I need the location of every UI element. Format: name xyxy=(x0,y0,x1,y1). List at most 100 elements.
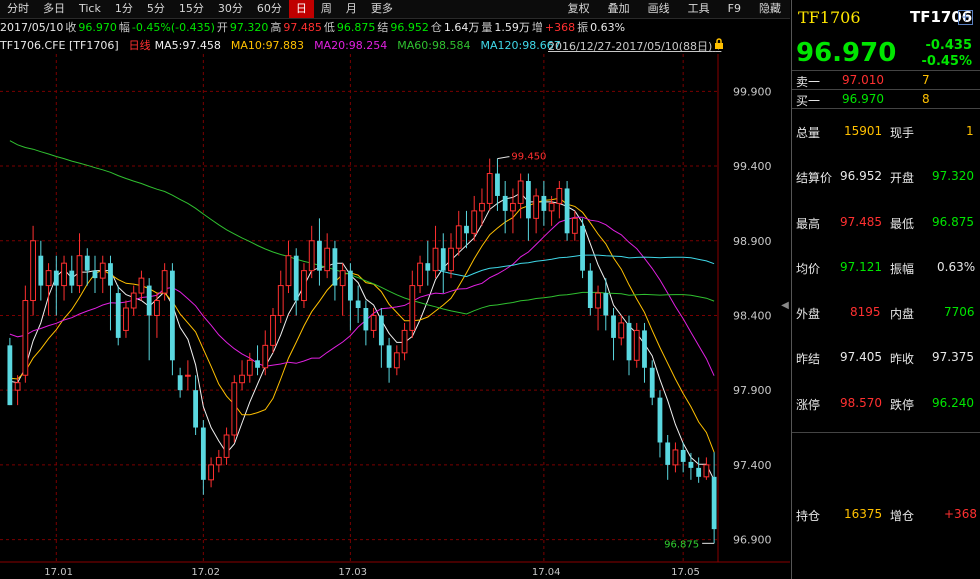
candle-body xyxy=(99,262,106,279)
candle-body xyxy=(355,300,361,308)
candle-body xyxy=(184,374,191,377)
candle-body xyxy=(239,374,245,384)
lock-icon[interactable] xyxy=(713,38,725,50)
info-date: 2017/05/10 xyxy=(0,20,64,34)
tab-15min[interactable]: 15分 xyxy=(172,0,211,18)
add-icon[interactable]: + xyxy=(958,10,973,25)
info-inc-label: 增 xyxy=(531,21,543,34)
candle-body xyxy=(448,247,454,272)
x-tick-label: 17.04 xyxy=(532,567,561,578)
tab-month[interactable]: 月 xyxy=(339,0,364,18)
stat-label: 跌停 xyxy=(890,398,915,412)
candle-body xyxy=(471,210,478,234)
info-low-label: 低 xyxy=(323,21,335,34)
tab-multiday[interactable]: 多日 xyxy=(36,0,72,18)
info-inc: +368 xyxy=(544,20,576,34)
ma10-line xyxy=(9,197,715,453)
stat-label: 增仓 xyxy=(890,509,915,523)
quote-panel: TF1706 TF1706 + 96.970 -0.435 -0.45% 卖一 … xyxy=(791,0,980,579)
f9-button[interactable]: F9 xyxy=(719,0,750,18)
candle-body xyxy=(92,270,98,279)
tab-1min[interactable]: 1分 xyxy=(108,0,140,18)
price-change: -0.435 xyxy=(925,38,972,53)
stat-row-limit: 涨停 98.570 跌停 96.240 xyxy=(792,394,980,412)
info-amp: 0.63% xyxy=(590,20,626,34)
tab-30min[interactable]: 30分 xyxy=(211,0,250,18)
y-tick-label: 99.900 xyxy=(733,85,772,98)
candle-body xyxy=(510,202,516,212)
draw-line-button[interactable]: 画线 xyxy=(639,0,679,18)
stat-label: 内盘 xyxy=(890,307,915,321)
stat-label: 总量 xyxy=(796,126,821,140)
tab-fenshi[interactable]: 分时 xyxy=(0,0,36,18)
ma5-label: MA5:97.458 xyxy=(154,38,221,52)
candle-body xyxy=(138,277,145,294)
period-label: 日线 xyxy=(128,39,151,52)
candle-body xyxy=(595,292,601,309)
info-change-label: 幅 xyxy=(118,21,130,34)
info-high-label: 高 xyxy=(270,21,282,34)
stat-value: 7706 xyxy=(944,305,975,319)
adjust-button[interactable]: 复权 xyxy=(559,0,599,18)
bid-row: 买一 96.970 8 xyxy=(792,90,980,108)
divider xyxy=(792,432,980,433)
candle-body xyxy=(502,195,508,211)
date-range-selector[interactable]: 2016/12/27-2017/05/10(88日) ▾ xyxy=(548,38,721,54)
contract-code: TF1706 xyxy=(798,8,861,27)
info-oi-label: 仓 xyxy=(430,21,442,34)
candle-body xyxy=(324,247,331,272)
candle-body xyxy=(378,315,384,346)
tab-5min[interactable]: 5分 xyxy=(140,0,172,18)
ask-label: 卖一 xyxy=(796,75,821,89)
candle-body xyxy=(308,240,315,272)
candle-body xyxy=(618,322,625,339)
candle-body xyxy=(193,390,199,428)
y-tick-label: 97.900 xyxy=(733,384,772,397)
candle-body xyxy=(14,382,21,391)
ask-row: 卖一 97.010 7 xyxy=(792,71,980,89)
tab-week[interactable]: 周 xyxy=(314,0,339,18)
bid-label: 买一 xyxy=(796,94,821,108)
stat-value: 16375 xyxy=(844,507,883,521)
candle-body xyxy=(525,181,531,219)
info-oi: 1.64万 xyxy=(443,21,480,34)
high-annotation: 99.450 xyxy=(511,152,546,163)
bar-info: 2017/05/10 收 96.970 幅 -0.45%(-0.435) 开 9… xyxy=(0,18,790,36)
date-range-text: 2016/12/27-2017/05/10(88日) xyxy=(548,40,713,53)
price-change-pct: -0.45% xyxy=(921,54,973,69)
collapse-panel-arrow[interactable]: ◀ xyxy=(780,296,790,316)
candle-body xyxy=(262,344,269,369)
stat-value: 96.952 xyxy=(840,169,882,183)
y-tick-label: 97.400 xyxy=(733,459,772,472)
candle-body xyxy=(432,247,439,272)
candle-body xyxy=(38,255,44,286)
candle-body xyxy=(277,285,284,316)
candlestick-chart[interactable]: 99.900 99.400 98.900 98.400 97.900 97.400 96.9… xyxy=(0,54,790,579)
tab-tick[interactable]: Tick xyxy=(72,0,108,18)
stat-row-settle: 结算价 96.952 开盘 97.320 xyxy=(792,167,980,185)
candle-body xyxy=(84,255,90,271)
candle-body xyxy=(208,464,214,481)
tools-button[interactable]: 工具 xyxy=(679,0,719,18)
stat-label: 昨结 xyxy=(796,352,821,366)
tab-more[interactable]: 更多 xyxy=(364,0,400,18)
candle-body xyxy=(688,461,694,468)
candle-body xyxy=(130,292,137,309)
candle-body xyxy=(61,262,67,287)
candle-body xyxy=(580,225,585,271)
candle-body xyxy=(548,202,555,212)
stat-row-outer: 外盘 8195 内盘 7706 xyxy=(792,303,980,321)
candle-body xyxy=(169,270,175,361)
hide-button[interactable]: 隐藏 xyxy=(750,0,790,18)
tab-60min[interactable]: 60分 xyxy=(250,0,289,18)
info-low: 96.875 xyxy=(336,20,376,34)
candle-body xyxy=(370,314,377,331)
overlay-button[interactable]: 叠加 xyxy=(599,0,639,18)
x-tick-label: 17.05 xyxy=(671,567,700,578)
candle-body xyxy=(587,270,593,308)
candle-body xyxy=(642,330,647,368)
tab-day[interactable]: 日 xyxy=(288,0,314,18)
ma120-line xyxy=(435,254,715,278)
ask-price: 97.010 xyxy=(842,73,884,87)
candle-body xyxy=(332,248,338,286)
